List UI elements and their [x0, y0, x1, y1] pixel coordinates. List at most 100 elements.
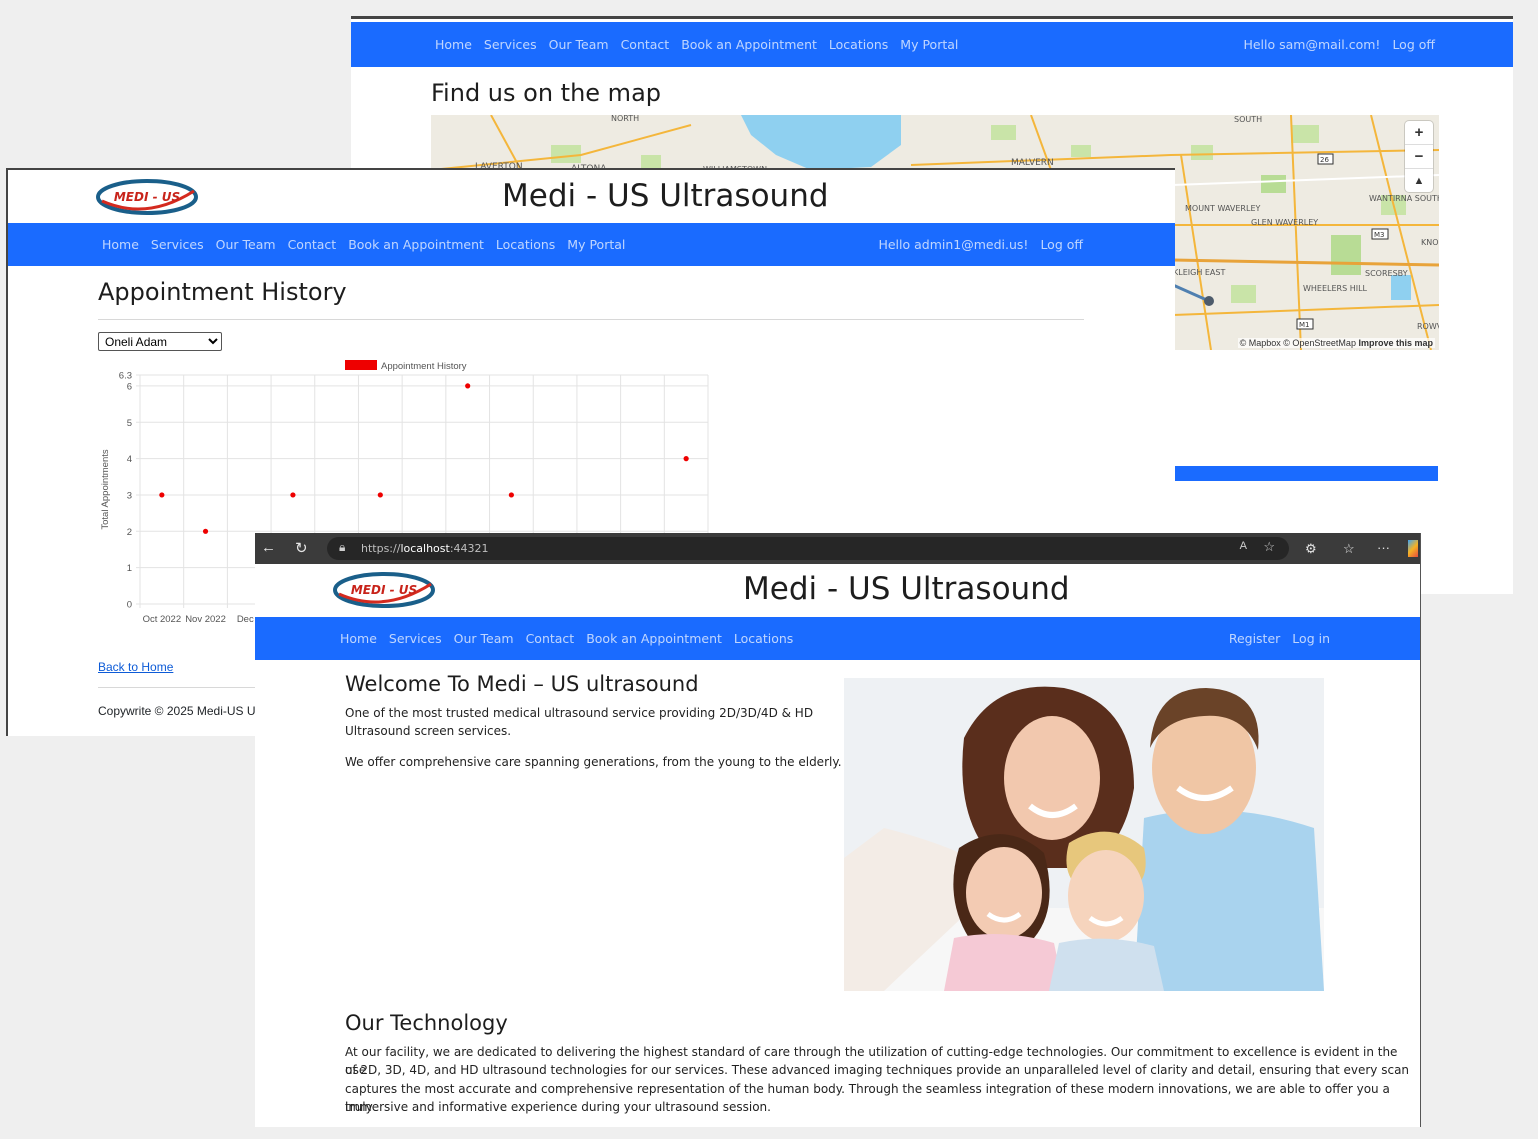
nav-auth: Register Log in: [1229, 617, 1330, 660]
logo-text: MEDI - US: [351, 583, 417, 597]
footer-bar: [1173, 466, 1438, 481]
attribution-text[interactable]: © Mapbox © OpenStreetMap: [1240, 338, 1356, 348]
nav-our-team[interactable]: Our Team: [454, 631, 514, 646]
nav-book-appointment[interactable]: Book an Appointment: [586, 631, 722, 646]
url-host: localhost: [400, 542, 450, 555]
nav-user: Hello sam@mail.com! Log off: [1243, 22, 1435, 67]
road-shield: M3: [1374, 231, 1385, 239]
nav-book-appointment[interactable]: Book an Appointment: [681, 37, 817, 52]
site-logo[interactable]: MEDI - US: [333, 570, 435, 610]
nav-home[interactable]: Home: [435, 37, 472, 52]
map-attribution: © Mapbox © OpenStreetMap Improve this ma…: [1237, 338, 1435, 348]
nav-my-portal[interactable]: My Portal: [567, 237, 625, 252]
nav-links: Home Services Our Team Contact Book an A…: [340, 617, 793, 660]
favorites-icon[interactable]: ☆: [1343, 541, 1355, 557]
map-label: ROWV: [1417, 322, 1439, 331]
improve-map-link[interactable]: Improve this map: [1358, 338, 1433, 348]
map-label: KLEIGH EAST: [1173, 268, 1225, 277]
nav-user: Hello admin1@medi.us! Log off: [878, 223, 1083, 266]
family-illustration: [844, 678, 1324, 991]
browser-toolbar: ← ↻ 🔒︎ https://localhost:44321 A ☆ ⚙ ☆ ·…: [255, 533, 1420, 564]
divider: [98, 687, 258, 688]
care-text: We offer comprehensive care spanning gen…: [345, 755, 842, 769]
family-photo: [844, 678, 1324, 991]
y-tick-label: 6: [127, 381, 132, 392]
y-tick-label: 6.3: [119, 371, 132, 382]
navbar: Home Services Our Team Contact Book an A…: [351, 22, 1513, 67]
y-tick-label: 0: [127, 600, 132, 611]
nav-services[interactable]: Services: [389, 631, 442, 646]
nav-contact[interactable]: Contact: [526, 631, 575, 646]
nav-locations[interactable]: Locations: [829, 37, 888, 52]
back-arrow-icon[interactable]: ←: [261, 539, 276, 556]
nav-services[interactable]: Services: [484, 37, 537, 52]
x-tick-label: Nov 2022: [185, 614, 226, 625]
logo-text: MEDI - US: [114, 190, 180, 204]
nav-our-team[interactable]: Our Team: [216, 237, 276, 252]
legend-swatch: [345, 360, 377, 370]
nav-our-team[interactable]: Our Team: [549, 37, 609, 52]
nav-home[interactable]: Home: [102, 237, 139, 252]
nav-locations[interactable]: Locations: [496, 237, 555, 252]
y-tick-label: 5: [127, 418, 132, 429]
address-bar[interactable]: 🔒︎ https://localhost:44321 A ☆: [327, 537, 1289, 560]
divider: [98, 319, 1084, 320]
nav-services[interactable]: Services: [151, 237, 204, 252]
site-title: Medi - US Ultrasound: [743, 571, 1070, 607]
map-label: NORTH: [611, 115, 639, 123]
nav-contact[interactable]: Contact: [288, 237, 337, 252]
welcome-heading: Welcome To Medi – US ultrasound: [345, 672, 699, 696]
user-greeting[interactable]: Hello admin1@medi.us!: [878, 237, 1028, 252]
map-label: WANTIRNA SOUTH: [1369, 194, 1439, 203]
read-aloud-icon[interactable]: A: [1240, 540, 1247, 552]
data-point: [159, 492, 165, 498]
data-point: [508, 492, 514, 498]
zoom-control: + − ▲: [1405, 121, 1433, 192]
lock-icon: 🔒︎: [339, 540, 346, 554]
intro-text-line: Ultrasound screen services.: [345, 724, 512, 738]
url-protocol: https://: [361, 542, 401, 555]
patient-select[interactable]: Oneli Adam: [98, 332, 222, 351]
y-tick-label: 4: [127, 454, 132, 465]
extensions-icon[interactable]: ⚙: [1305, 541, 1317, 557]
login-link[interactable]: Log in: [1292, 631, 1330, 646]
road-shield: M1: [1299, 321, 1310, 329]
logoff-link[interactable]: Log off: [1392, 37, 1435, 52]
page-title: Find us on the map: [431, 79, 662, 107]
zoom-in-button[interactable]: +: [1405, 121, 1433, 145]
copilot-icon[interactable]: [1408, 540, 1418, 557]
logoff-link[interactable]: Log off: [1040, 237, 1083, 252]
data-point: [290, 492, 296, 498]
technology-text-line: immersive and informative experience dur…: [345, 1100, 771, 1114]
url-text: https://localhost:44321: [361, 542, 489, 555]
reload-icon[interactable]: ↻: [295, 539, 308, 557]
nav-home[interactable]: Home: [340, 631, 377, 646]
data-point: [465, 383, 471, 389]
nav-contact[interactable]: Contact: [621, 37, 670, 52]
home-window: ← ↻ 🔒︎ https://localhost:44321 A ☆ ⚙ ☆ ·…: [255, 533, 1421, 1127]
navbar: Home Services Our Team Contact Book an A…: [8, 223, 1175, 266]
url-port: :44321: [449, 542, 489, 555]
intro-text-line: One of the most trusted medical ultrasou…: [345, 706, 814, 720]
nav-book-appointment[interactable]: Book an Appointment: [348, 237, 484, 252]
back-to-home-link[interactable]: Back to Home: [98, 660, 173, 674]
data-point: [202, 528, 209, 534]
favorite-star-icon[interactable]: ☆: [1263, 539, 1275, 555]
user-greeting[interactable]: Hello sam@mail.com!: [1243, 37, 1380, 52]
map-label: SOUTH: [1234, 115, 1262, 124]
y-tick-label: 3: [127, 490, 132, 501]
data-point: [377, 492, 383, 498]
more-menu-icon[interactable]: ···: [1377, 540, 1390, 555]
map-label: MOUNT WAVERLEY: [1185, 204, 1261, 213]
map-label: WHEELERS HILL: [1303, 284, 1368, 293]
zoom-out-button[interactable]: −: [1405, 145, 1433, 169]
compass-button[interactable]: ▲: [1405, 169, 1433, 192]
legend-label: Appointment History: [381, 361, 467, 372]
y-tick-label: 2: [127, 527, 132, 538]
nav-links: Home Services Our Team Contact Book an A…: [435, 22, 958, 67]
site-logo[interactable]: MEDI - US: [96, 177, 198, 217]
nav-locations[interactable]: Locations: [734, 631, 793, 646]
map-label: GLEN WAVERLEY: [1251, 218, 1318, 227]
nav-my-portal[interactable]: My Portal: [900, 37, 958, 52]
register-link[interactable]: Register: [1229, 631, 1280, 646]
